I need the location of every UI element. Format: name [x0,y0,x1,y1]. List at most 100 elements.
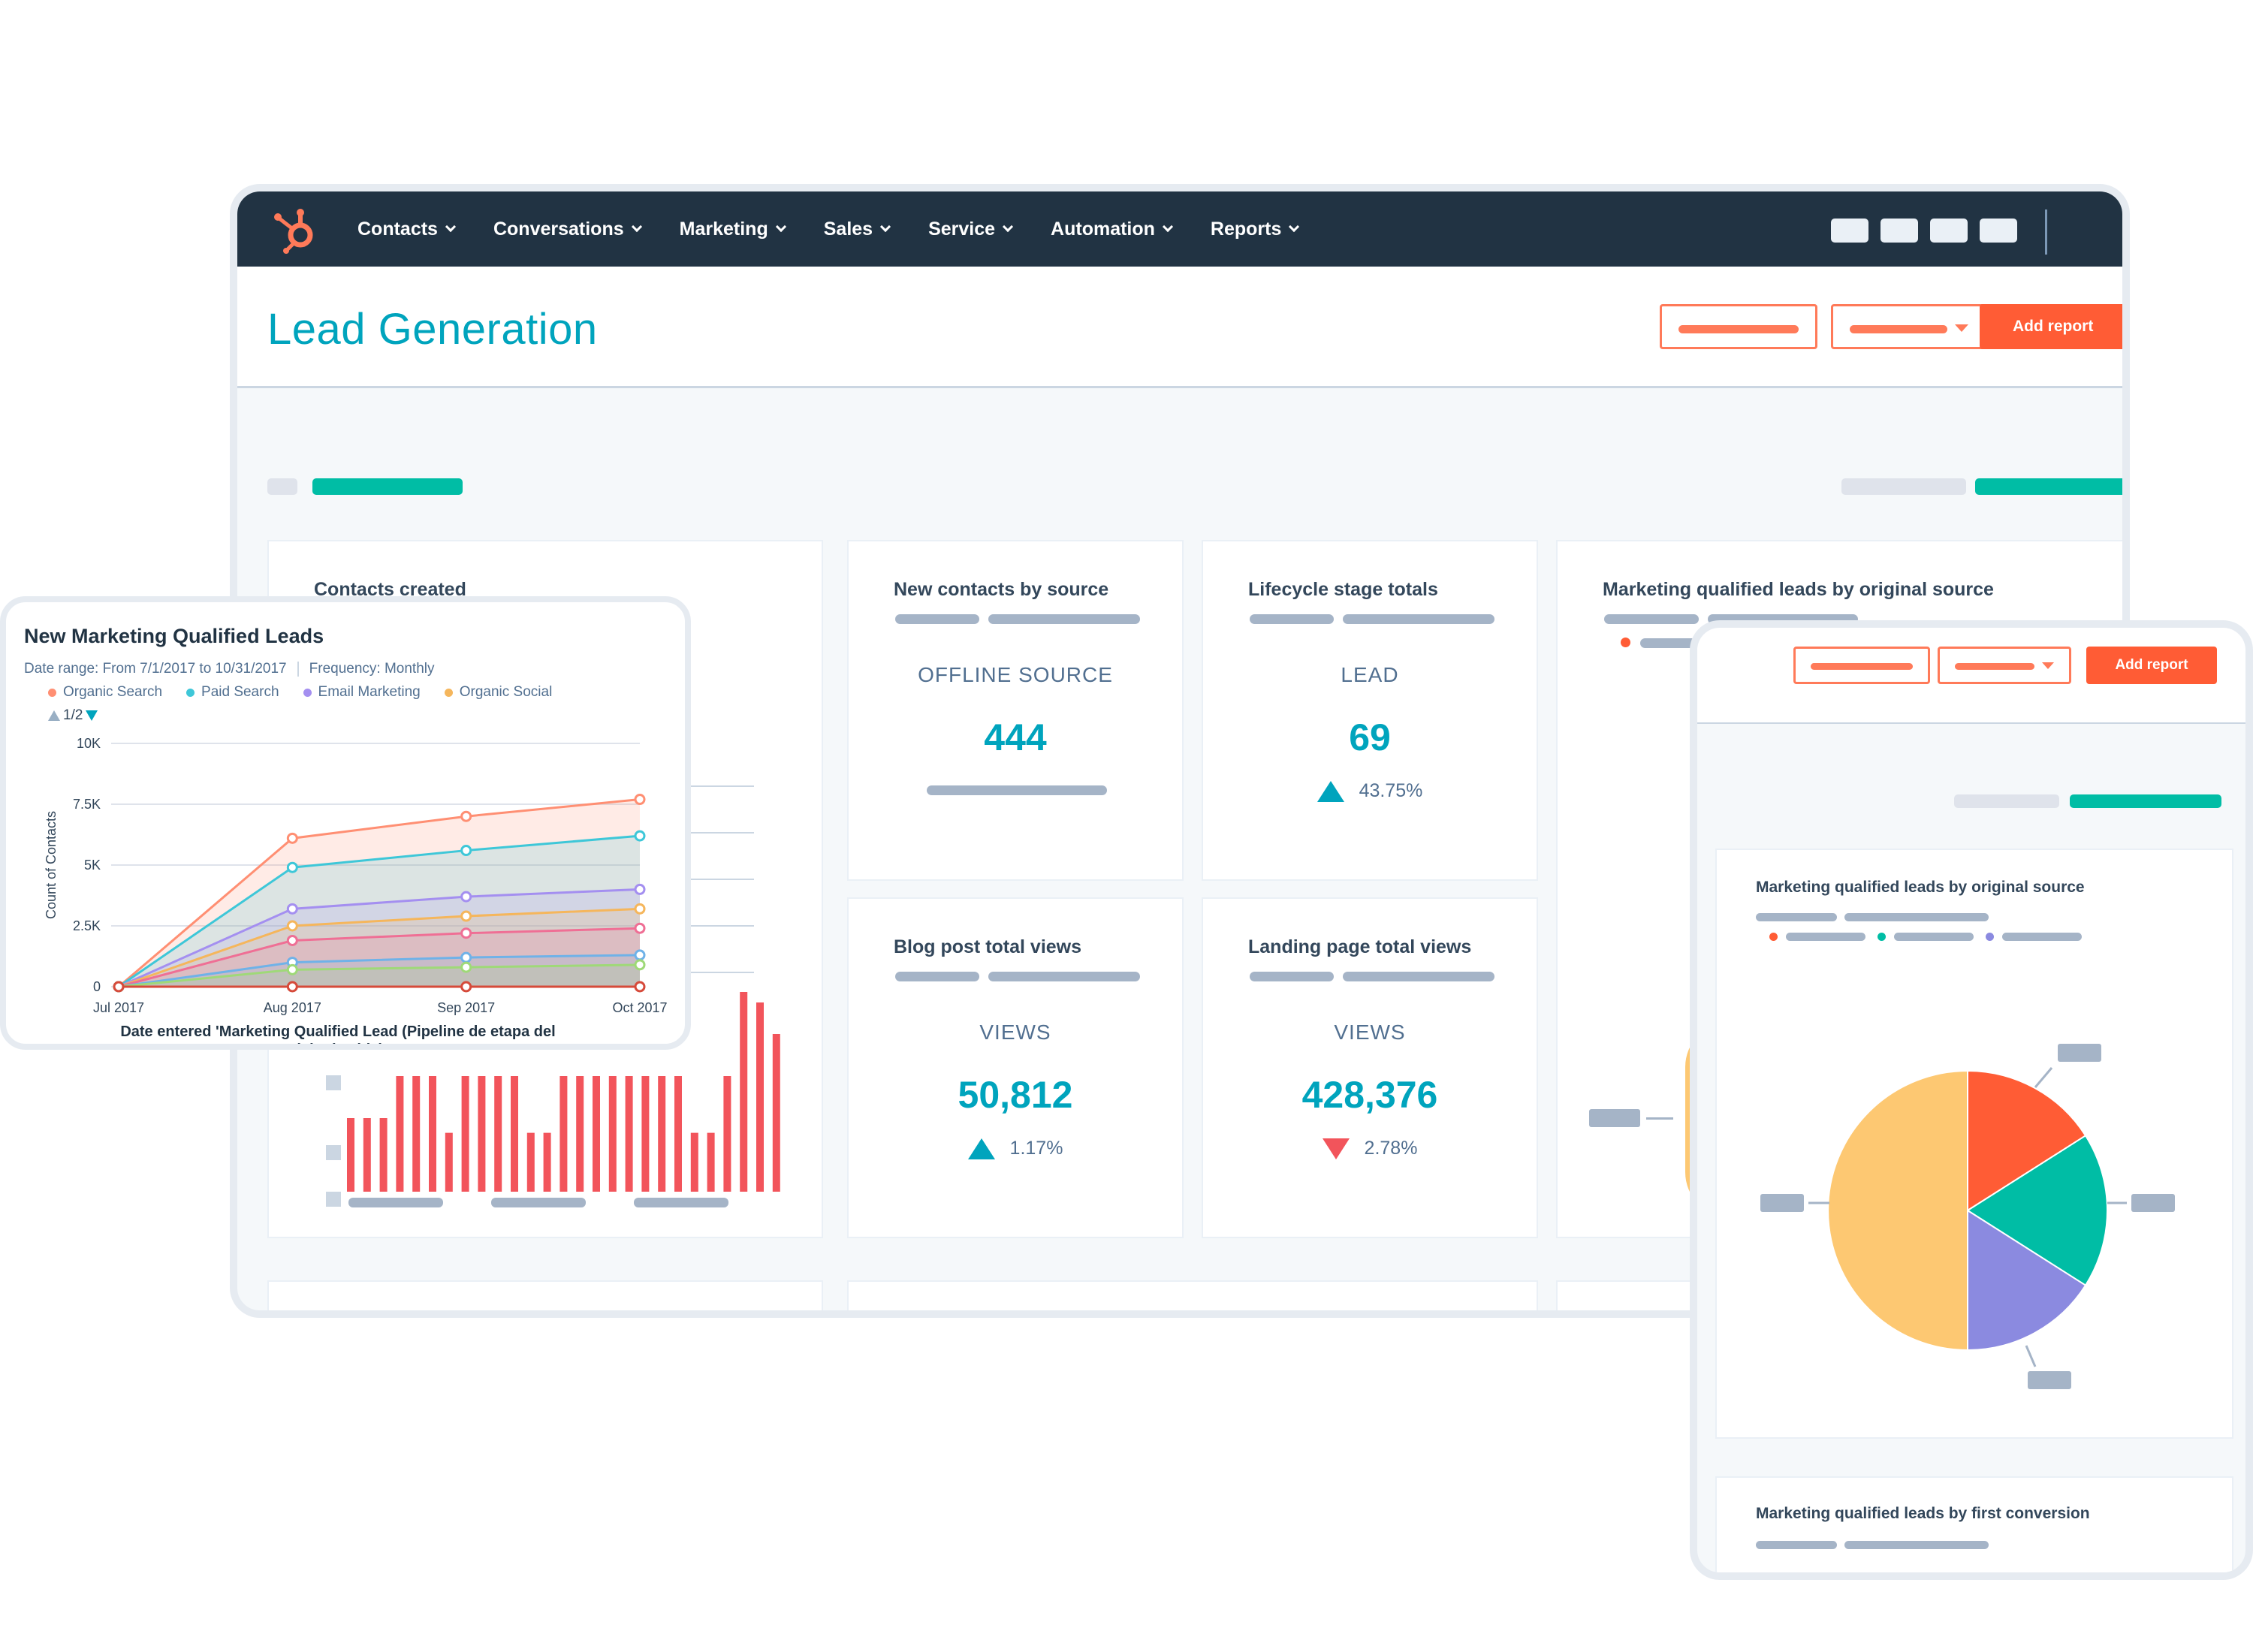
nav-divider [2045,210,2047,255]
x-label-placeholder [491,1198,586,1207]
tablet-view-placeholder[interactable] [1954,794,2059,808]
lifecycle-stage-card: Lifecycle stage totals LEAD 69 43.75% [1202,540,1538,881]
pie-leader-line [2025,1345,2037,1367]
data-point [286,832,298,844]
pie-label-placeholder [1760,1194,1804,1212]
data-point [286,903,298,915]
nav-label: Service [928,218,996,240]
header-dropdown-button[interactable] [1831,304,1989,349]
y-axis-label: Count of Contacts [44,811,59,919]
dashboard-card-placeholder [847,1280,1538,1310]
mql-chart-card: New Marketing Qualified Leads Date range… [0,596,691,1050]
y-tick-label: 2.5K [73,918,101,933]
x-tick-label: Jul 2017 [93,1000,144,1015]
trend-up-icon [1317,780,1344,802]
nav-item-service[interactable]: Service [928,218,1014,240]
bar [379,1118,388,1192]
kpi-delta: 1.17% [849,1138,1182,1159]
button-label-placeholder [1678,325,1799,333]
nav-item-conversations[interactable]: Conversations [493,219,642,240]
data-point [460,961,472,973]
kpi-label: VIEWS [1334,1020,1406,1044]
chevron-down-icon [1289,221,1300,233]
view-active-pill[interactable] [1975,478,2122,495]
tablet-view-active-pill[interactable] [2070,794,2221,808]
tablet-dropdown-button[interactable] [1938,647,2071,684]
data-point [286,934,298,946]
tablet-add-report-button[interactable]: Add report [2086,647,2217,684]
kpi-delta: 43.75% [1203,780,1537,802]
chevron-down-icon [445,221,457,233]
card-title: Marketing qualified leads by first conve… [1756,1505,2090,1522]
placeholder-bar [927,785,1107,795]
nav-item-reports[interactable]: Reports [1210,218,1300,240]
data-point [460,951,472,963]
tablet-action-button[interactable] [1793,647,1930,684]
filter-placeholder[interactable] [267,478,297,495]
placeholder-bar [988,614,1140,624]
nav-utility-button[interactable] [1980,219,2017,243]
nav-label: Contacts [357,218,438,240]
legend-dot [1621,638,1630,647]
page-title: Lead Generation [267,305,598,354]
axis-tick-placeholder [326,1192,341,1207]
button-label-placeholder [1955,663,2034,670]
placeholder-bar [895,614,979,624]
bar [478,1076,486,1192]
placeholder-bar [1250,614,1334,624]
nav-item-contacts[interactable]: Contacts [357,218,457,240]
chevron-down-icon [775,221,786,233]
landing-views-card: Landing page total views VIEWS 428,376 2… [1202,897,1538,1238]
top-navigation: Contacts Conversations Marketing Sales S… [237,191,2122,267]
bar [511,1076,518,1192]
placeholder-bar [988,972,1140,981]
nav-item-sales[interactable]: Sales [824,219,891,240]
blog-views-card: Blog post total views VIEWS 50,812 1.17% [847,897,1184,1238]
bar [641,1076,650,1192]
filter-active-pill[interactable] [312,478,463,495]
add-report-button[interactable]: Add report [1980,304,2122,349]
nav-utility-button[interactable] [1930,219,1968,243]
card-title: Lifecycle stage totals [1248,579,1438,600]
kpi-value: 428,376 [1301,1074,1438,1116]
bar [494,1076,502,1192]
view-placeholder[interactable] [1841,478,1966,495]
new-contacts-card: New contacts by source OFFLINE SOURCE 44… [847,540,1184,881]
nav-utility-icons [1819,219,2017,243]
placeholder-bar [895,972,979,981]
bar [559,1076,568,1192]
chevron-down-icon [1162,221,1173,233]
axis-tick-placeholder [326,1075,341,1090]
hubspot-logo-icon[interactable] [270,205,320,255]
data-point [460,810,472,822]
x-axis-label-line: ciclo de vida)' [288,1042,387,1044]
tablet-mql-source-card: Marketing qualified leads by original so… [1715,849,2233,1439]
delta-value: 1.17% [1009,1138,1063,1159]
nav-item-marketing[interactable]: Marketing [680,219,786,240]
nav-menu: Contacts Conversations Marketing Sales S… [357,191,1337,267]
button-label-placeholder [1850,325,1947,333]
x-label-placeholder [634,1198,728,1207]
bar [690,1132,698,1192]
nav-utility-button[interactable] [1881,219,1918,243]
nav-item-automation[interactable]: Automation [1051,218,1173,240]
nav-label: Automation [1051,218,1155,240]
nav-utility-button[interactable] [1831,219,1868,243]
placeholder-bar [1343,972,1494,981]
card-title: Marketing qualified leads by original so… [1603,579,1994,600]
bar [593,1076,600,1192]
kpi-label: OFFLINE SOURCE [918,663,1113,686]
x-axis-label-line: Date entered 'Marketing Qualified Lead (… [120,1023,555,1040]
data-point [286,861,298,873]
header-action-button[interactable] [1660,304,1817,349]
chevron-down-icon [631,221,642,233]
kpi-label: LEAD [1341,663,1399,686]
bar [445,1132,453,1192]
bar [608,1076,617,1192]
placeholder-bar [1250,972,1334,981]
trend-down-icon [1322,1138,1350,1159]
button-label-placeholder [1811,663,1913,670]
bar [461,1076,469,1192]
x-tick-label: Aug 2017 [264,1000,321,1015]
nav-label: Reports [1210,218,1282,240]
